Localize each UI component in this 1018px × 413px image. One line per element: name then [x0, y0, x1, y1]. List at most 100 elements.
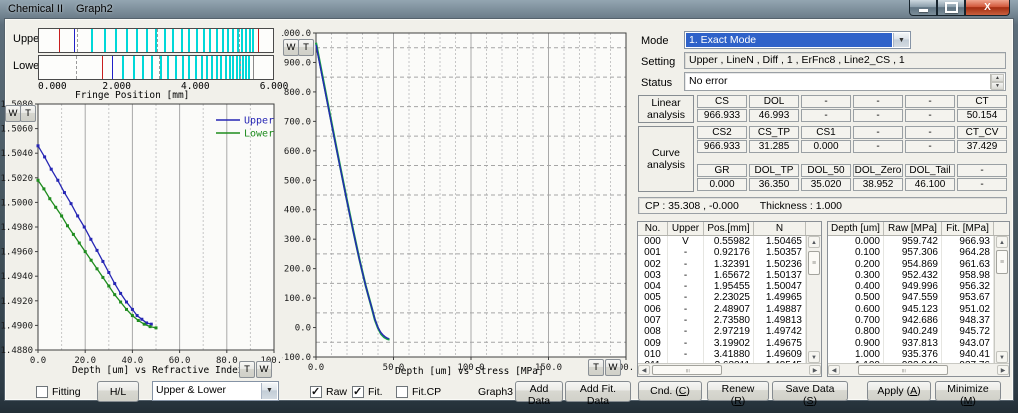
fringe-table-hscrollbar[interactable]: ◀ ≡ ▶: [638, 363, 821, 376]
fringe-line: [249, 29, 251, 52]
table-row[interactable]: 000V0.559821.50465: [638, 236, 806, 247]
apply-button[interactable]: Apply (A): [867, 381, 931, 401]
table-row[interactable]: 004-1.954551.50047: [638, 281, 806, 292]
table-row[interactable]: 0.300952.432958.98: [828, 270, 994, 281]
fringe-line: [216, 56, 218, 79]
analysis-cell: -: [905, 140, 955, 153]
scroll-up-icon[interactable]: ▲: [996, 236, 1008, 248]
fitcp-checkbox[interactable]: Fit.CP: [396, 386, 441, 398]
spin-down-icon[interactable]: ▼: [991, 82, 1004, 90]
vscroll-thumb[interactable]: ≡: [808, 251, 820, 275]
mode-dropdown[interactable]: 1. Exact Mode ▼: [684, 31, 911, 49]
chevron-down-icon[interactable]: ▼: [893, 33, 909, 47]
table-row[interactable]: 006-2.489071.49887: [638, 304, 806, 315]
cp-value: CP : 35.308 , -0.000: [645, 200, 739, 212]
chart1-w-button[interactable]: W: [5, 105, 21, 122]
table-row[interactable]: 0.900937.813943.07: [828, 338, 994, 349]
column-header[interactable]: Depth [um]: [828, 222, 884, 235]
analysis-cell: 50.154: [957, 109, 1007, 122]
spin-up-icon[interactable]: ▲: [991, 74, 1004, 82]
fringe-line: [182, 56, 184, 79]
scroll-left-icon[interactable]: ◀: [638, 365, 650, 375]
hl-button[interactable]: H/L: [97, 381, 139, 402]
table-row[interactable]: 010-3.418801.49609: [638, 349, 806, 360]
chart2-t-button[interactable]: T: [298, 39, 314, 56]
scroll-up-icon[interactable]: ▲: [808, 236, 820, 248]
hscroll-thumb[interactable]: ≡: [858, 365, 948, 375]
stress-table-hscrollbar[interactable]: ◀ ≡ ▶: [828, 363, 1009, 376]
add-data-button[interactable]: Add Data: [515, 381, 563, 402]
table-row[interactable]: 0.600945.123951.02: [828, 304, 994, 315]
fringe-line: [232, 29, 234, 52]
fitting-checkbox[interactable]: Fitting: [36, 386, 81, 398]
fringe-line: [203, 29, 205, 52]
scroll-down-icon[interactable]: ▼: [996, 351, 1008, 363]
analysis-cell: -: [957, 178, 1007, 191]
raw-checkbox[interactable]: Raw: [310, 386, 347, 398]
table-row[interactable]: 0.500947.559953.67: [828, 292, 994, 303]
fringe-line: [181, 29, 183, 52]
table-row[interactable]: 0.800940.249945.72: [828, 326, 994, 337]
table-row[interactable]: 0.100957.306964.28: [828, 247, 994, 258]
add-fit-data-button[interactable]: Add Fit. Data: [565, 381, 631, 402]
fitcp-checkbox-box[interactable]: [396, 386, 408, 398]
column-header[interactable]: Upper: [668, 222, 704, 235]
fringe-line: [211, 56, 213, 79]
fringe-line: [222, 29, 224, 52]
table-row[interactable]: 0.000959.742966.93: [828, 236, 994, 247]
fringe-line: [77, 29, 78, 52]
fringe-table-body[interactable]: 000V0.559821.50465001-0.921761.50357002-…: [638, 236, 806, 363]
hscroll-thumb[interactable]: ≡: [652, 365, 722, 375]
chart1-w2-button[interactable]: W: [256, 361, 272, 378]
raw-checkbox-box[interactable]: [310, 386, 322, 398]
fringe-line: [241, 29, 243, 52]
column-header[interactable]: Fit. [MPa]: [942, 222, 994, 235]
table-row[interactable]: 005-2.230251.49965: [638, 292, 806, 303]
chevron-down-icon[interactable]: ▼: [261, 383, 277, 399]
fringe-table-vscrollbar[interactable]: ▲ ≡ ▼: [806, 236, 821, 363]
stress-table-vscrollbar[interactable]: ▲ ≡ ▼: [994, 236, 1009, 363]
scroll-left-icon[interactable]: ◀: [828, 365, 840, 375]
fringe-line: [209, 29, 211, 52]
svg-text:1.5060: 1.5060: [0, 125, 33, 135]
chart2-t2-button[interactable]: T: [588, 359, 604, 376]
scroll-right-icon[interactable]: ▶: [809, 365, 821, 375]
fitting-checkbox-box[interactable]: [36, 386, 48, 398]
scroll-down-icon[interactable]: ▼: [808, 351, 820, 363]
table-row[interactable]: 008-2.972191.49742: [638, 326, 806, 337]
table-row[interactable]: 001-0.921761.50357: [638, 247, 806, 258]
fitcp-checkbox-label: Fit.CP: [412, 386, 441, 398]
table-row[interactable]: 1.000935.376940.41: [828, 349, 994, 360]
table-row[interactable]: 003-1.656721.50137: [638, 270, 806, 281]
status-spinner[interactable]: ▲▼: [990, 74, 1004, 89]
scroll-right-icon[interactable]: ▶: [997, 365, 1009, 375]
fringe-line: [126, 29, 128, 52]
chart2-w-button[interactable]: W: [283, 39, 299, 56]
stress-table-body[interactable]: 0.000959.742966.930.100957.306964.280.20…: [828, 236, 994, 363]
save-data-button[interactable]: Save Data (S): [772, 381, 848, 401]
column-header[interactable]: Raw [MPa]: [884, 222, 942, 235]
table-row[interactable]: 007-2.735801.49813: [638, 315, 806, 326]
renew-button[interactable]: Renew (R): [707, 381, 769, 401]
fringe-line: [102, 56, 103, 79]
series-select-dropdown[interactable]: Upper & Lower ▼: [152, 381, 279, 401]
table-row[interactable]: 009-3.199021.49675: [638, 338, 806, 349]
chart1-t2-button[interactable]: T: [239, 361, 255, 378]
minimize-button[interactable]: Minimize (M): [935, 381, 1001, 401]
fringe-line: [201, 56, 203, 79]
fringe-line: [76, 56, 77, 79]
cnd-button[interactable]: Cnd. (C): [638, 381, 702, 401]
vscroll-thumb[interactable]: ≡: [996, 250, 1008, 274]
column-header[interactable]: No.: [638, 222, 668, 235]
table-row[interactable]: 0.700942.686948.37: [828, 315, 994, 326]
table-row[interactable]: 002-1.323911.50236: [638, 259, 806, 270]
fit-checkbox-box[interactable]: [352, 386, 364, 398]
column-header[interactable]: Pos.[mm]: [704, 222, 754, 235]
analysis-row: CSDOL---CT: [697, 95, 1007, 108]
table-row[interactable]: 0.400949.996956.32: [828, 281, 994, 292]
chart1-t-button[interactable]: T: [20, 105, 36, 122]
chart2-w2-button[interactable]: W: [605, 359, 621, 376]
table-row[interactable]: 0.200954.869961.63: [828, 259, 994, 270]
fit-checkbox[interactable]: Fit.: [352, 386, 383, 398]
column-header[interactable]: N: [754, 222, 806, 235]
